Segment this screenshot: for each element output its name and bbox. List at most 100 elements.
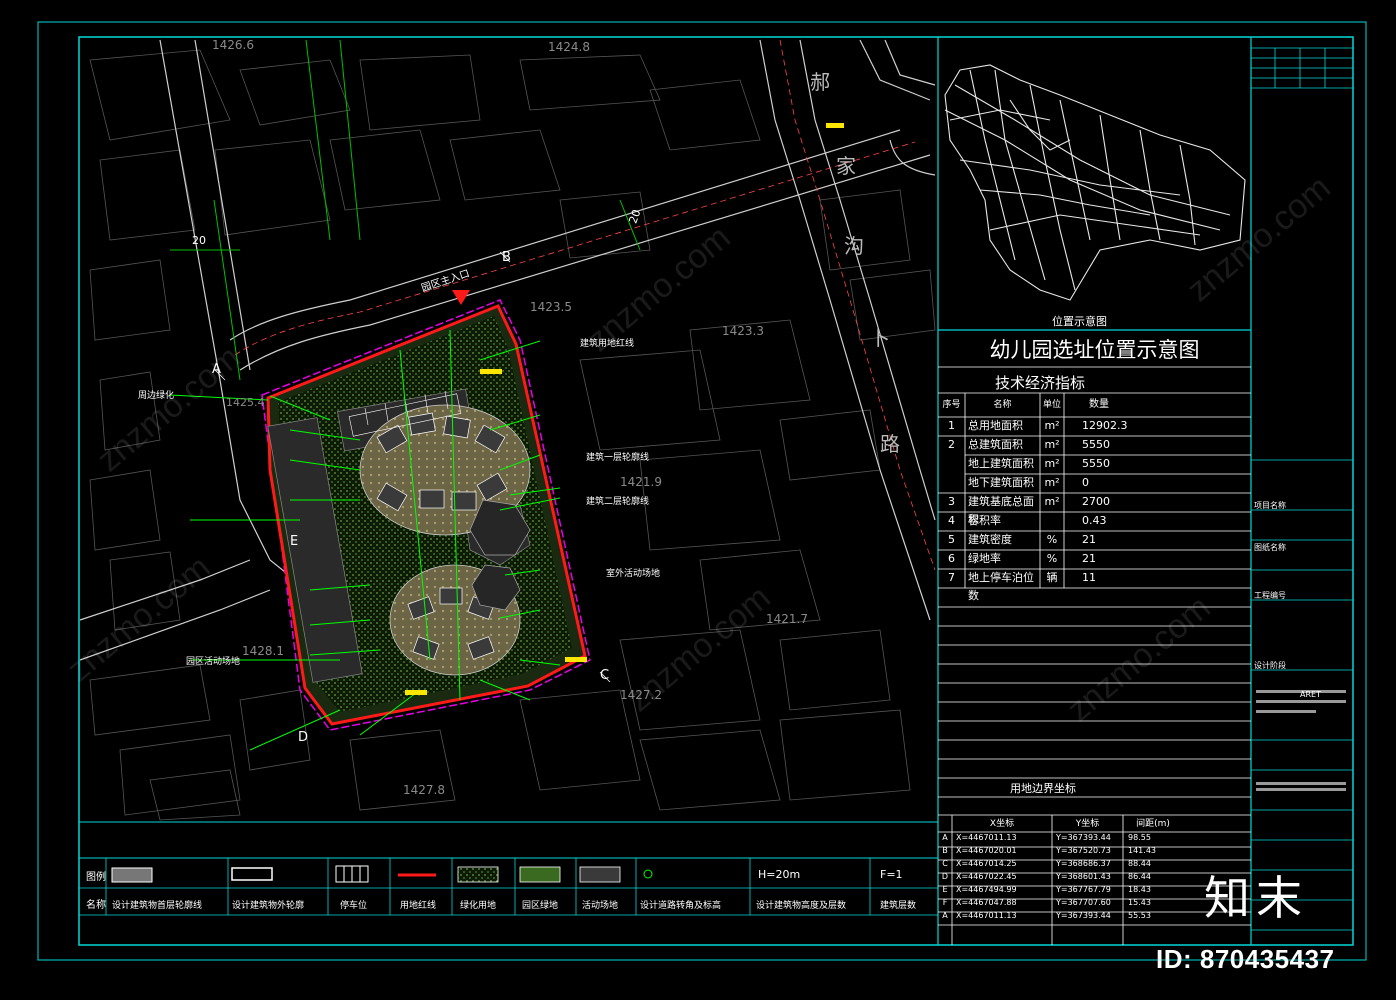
- elevation-label: 1426.6: [212, 38, 254, 52]
- road-name-char: 郝: [810, 70, 830, 94]
- econ-cell: m²: [1044, 476, 1060, 489]
- legend-label: 设计建筑物高度及层数: [756, 901, 847, 911]
- econ-cell: 绿地率: [968, 552, 1001, 565]
- road-name-char: 家: [836, 154, 856, 178]
- strip-label: 工程编号: [1254, 591, 1286, 600]
- logo: ARET: [1300, 690, 1321, 699]
- econ-cell: %: [1046, 533, 1058, 546]
- legend-header-bottom: 名称: [86, 900, 106, 911]
- legend-label: 活动场地: [582, 901, 619, 911]
- legend-green-hatch: [457, 866, 499, 883]
- econ-header-unit: 单位: [1042, 400, 1061, 410]
- econ-cell: 21: [1082, 533, 1096, 546]
- legend-point: [643, 869, 653, 879]
- callout-label: 建筑一层轮廓线: [586, 453, 650, 463]
- legend-grey-box: [111, 867, 153, 883]
- legend-label: 设计建筑物首层轮廓线: [112, 901, 203, 911]
- econ-cell: 总建筑面积: [968, 438, 1023, 451]
- legend-label: 用地红线: [400, 901, 437, 911]
- strip-label: 项目名称: [1254, 501, 1286, 510]
- legend-green-dots: [519, 866, 561, 883]
- econ-cell: 地上停车泊位数: [968, 571, 1034, 602]
- callout-label: 建筑用地红线: [580, 339, 635, 349]
- point-label-a: A: [212, 362, 221, 377]
- econ-cell: 6: [948, 552, 955, 565]
- legend-grey-hatch: [579, 866, 621, 883]
- elevation-label: 1421.9: [620, 475, 662, 489]
- coord-cell: 55.53: [1128, 911, 1151, 920]
- boundary-coords-title: 用地边界坐标: [1010, 782, 1076, 795]
- econ-cell: %: [1046, 552, 1058, 565]
- elevation-label: 1421.7: [766, 612, 808, 626]
- cad-drawing: [37, 21, 1367, 961]
- coord-cell: A: [942, 911, 948, 920]
- legend-label: 绿化用地: [460, 901, 497, 911]
- legend-height: H=20m: [758, 868, 801, 881]
- legend-label: 设计建筑物外轮廓: [232, 901, 305, 911]
- drawing-subtitle: 技术经济指标: [995, 374, 1086, 392]
- legend-parking: [335, 865, 369, 883]
- callout-label: 周边绿化: [138, 391, 175, 401]
- elevation-label: 1427.8: [403, 783, 445, 797]
- legend-label: 设计道路转角及标高: [640, 901, 722, 911]
- econ-cell: 4: [948, 514, 955, 527]
- strip-label: 设计阶段: [1254, 661, 1286, 670]
- econ-cell: 1: [948, 419, 955, 432]
- econ-cell: 0: [1082, 476, 1089, 489]
- entrance-marker: [452, 290, 470, 305]
- econ-cell: 5: [948, 533, 955, 546]
- location-map-label: 位置示意图: [1052, 315, 1107, 328]
- legend-white-box: [231, 867, 273, 881]
- econ-cell: 总用地面积: [968, 419, 1023, 432]
- point-label-b: B: [502, 250, 511, 265]
- elevation-label: 1428.1: [242, 644, 284, 658]
- point-label-c: C: [600, 668, 610, 683]
- econ-cell: m²: [1044, 419, 1060, 432]
- econ-cell: 2700: [1082, 495, 1110, 508]
- econ-cell: 辆: [1046, 571, 1058, 584]
- econ-header-name: 名称: [993, 400, 1012, 410]
- road-name-char: 卜: [870, 326, 890, 350]
- road-width-label: 20: [192, 234, 206, 247]
- econ-cell: 地上建筑面积: [968, 457, 1034, 470]
- legend-floors: F=1: [880, 868, 903, 881]
- econ-cell: 11: [1082, 571, 1096, 584]
- callout-label: 园区活动场地: [186, 657, 241, 667]
- econ-cell: 7: [948, 571, 955, 584]
- callout-label: 室外活动场地: [606, 569, 661, 579]
- econ-cell: 21: [1082, 552, 1096, 565]
- econ-cell: 5550: [1082, 438, 1110, 451]
- econ-cell: m²: [1044, 438, 1060, 451]
- brand-logo: 知末: [1204, 871, 1308, 925]
- econ-cell: m²: [1044, 495, 1060, 508]
- elevation-label: 1424.8: [548, 40, 590, 54]
- econ-cell: 建筑密度: [968, 533, 1012, 546]
- strip-label: 图纸名称: [1254, 543, 1286, 552]
- road-name-char: 沟: [844, 234, 864, 258]
- econ-cell: 3: [948, 495, 955, 508]
- legend-header-top: 图例: [86, 872, 106, 883]
- econ-cell: m²: [1044, 457, 1060, 470]
- drawing-title: 幼儿园选址位置示意图: [989, 338, 1200, 362]
- elevation-label: 1427.2: [620, 688, 662, 702]
- legend-label: 停车位: [340, 901, 368, 911]
- econ-cell: 5550: [1082, 457, 1110, 470]
- point-label-d: D: [298, 730, 309, 745]
- coord-cell: X=4467011.13: [956, 911, 1017, 920]
- road-name-char: 路: [880, 432, 900, 456]
- econ-cell: 2: [948, 438, 955, 451]
- econ-cell: 12902.3: [1082, 419, 1128, 432]
- elevation-label: 1425.4: [226, 396, 265, 409]
- elevation-label: 1423.5: [530, 300, 572, 314]
- econ-cell: 容积率: [968, 514, 1001, 527]
- econ-cell: 地下建筑面积: [968, 476, 1034, 489]
- coord-cell: Y=367393.44: [1056, 911, 1111, 920]
- elevation-label: 1423.3: [722, 324, 764, 338]
- econ-header-value: 数量: [1089, 399, 1109, 410]
- callout-label: 建筑二层轮廓线: [586, 497, 650, 507]
- econ-header-no: 序号: [942, 400, 961, 410]
- legend-label: 园区绿地: [522, 901, 559, 911]
- image-id: ID: 870435437: [1156, 944, 1335, 974]
- point-label-e: E: [290, 534, 299, 549]
- econ-cell: 0.43: [1082, 514, 1107, 527]
